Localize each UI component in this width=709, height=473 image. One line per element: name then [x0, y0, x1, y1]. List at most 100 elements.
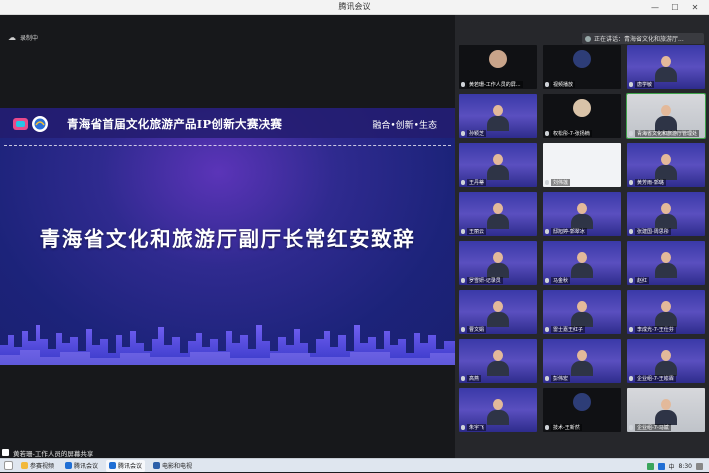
participant-name: 马金秋	[551, 277, 571, 284]
mic-icon	[545, 425, 549, 430]
participant-tile[interactable]: 黄芳雨-郭璐	[627, 143, 705, 187]
mic-icon	[545, 131, 549, 136]
participant-video	[569, 252, 595, 278]
participant-tile[interactable]: 刘伟莲	[543, 143, 621, 187]
participant-tile[interactable]: 张建国-周思彤	[627, 192, 705, 236]
participant-tile[interactable]: 王丽云	[459, 192, 537, 236]
mic-icon	[545, 82, 549, 87]
participant-name: 视频播放	[551, 81, 576, 88]
participant-video	[485, 301, 511, 327]
city-skyline-graphic	[0, 325, 455, 365]
participant-video	[653, 350, 679, 376]
participant-tile[interactable]: 罗雪妍-记录员	[459, 241, 537, 285]
participant-tile[interactable]: 唐学敏	[627, 45, 705, 89]
participant-tile[interactable]: 权松彤-7-张扬楠	[543, 94, 621, 138]
close-button[interactable]: ✕	[685, 0, 705, 15]
wechat-tray-icon[interactable]	[646, 462, 654, 470]
participant-name: 王丽云	[467, 228, 487, 235]
mic-icon	[629, 376, 633, 381]
participant-name: 罗雪妍-记录员	[467, 277, 503, 284]
participant-video	[653, 252, 679, 278]
participant-video	[485, 203, 511, 229]
participant-tile[interactable]: 青海省文化和旅游厅管理处	[626, 93, 706, 139]
maximize-button[interactable]: ☐	[665, 0, 685, 15]
participant-tile[interactable]: 曹文娟	[459, 290, 537, 334]
taskbar-app[interactable]: 腾讯会议	[62, 460, 101, 472]
slide-tagline: 融合•创新•生态	[372, 121, 437, 131]
mic-icon	[461, 278, 465, 283]
participant-name: 彭伟宏	[551, 375, 571, 382]
recording-label: 录制中	[20, 35, 39, 42]
participant-tile[interactable]: 孙颖芝	[459, 94, 537, 138]
participant-video	[485, 105, 511, 131]
window-titlebar: 腾讯会议 — ☐ ✕	[0, 0, 709, 15]
participant-tile[interactable]: 雷士嘉王红子	[543, 290, 621, 334]
participant-tile[interactable]: 朱宇飞	[459, 388, 537, 432]
participant-video	[653, 301, 679, 327]
input-language-indicator[interactable]: 中	[669, 462, 675, 471]
minimize-button[interactable]: —	[645, 0, 665, 15]
meeting-tray-icon[interactable]	[657, 462, 665, 470]
participant-tile[interactable]: 彭伟宏	[543, 339, 621, 383]
participant-tile[interactable]: 技术-王新然	[543, 388, 621, 432]
window-title: 腾讯会议	[338, 2, 371, 11]
mic-icon	[629, 229, 633, 234]
participant-video	[485, 399, 511, 425]
participant-name: 李成光-7-王仕芬	[635, 326, 676, 333]
cloud-record-icon: ☁	[8, 33, 16, 42]
participant-tile[interactable]: 王丹蒂	[459, 143, 537, 187]
mic-icon	[545, 278, 549, 283]
app-icon	[65, 462, 73, 469]
mic-icon	[461, 425, 465, 430]
slide-divider	[4, 145, 451, 146]
taskbar-app-label: 腾讯会议	[118, 463, 143, 470]
participant-name: 黄若珊-工作人员的屏...	[467, 81, 523, 88]
participant-tile[interactable]: 黄若珊-工作人员的屏...	[459, 45, 537, 89]
start-menu-icon[interactable]	[4, 461, 13, 470]
participant-name: 权松彤-7-张扬楠	[551, 130, 592, 137]
participant-tile[interactable]: 视频播放	[543, 45, 621, 89]
taskbar-app[interactable]: 参赛视频	[18, 460, 57, 472]
participant-video	[569, 301, 595, 327]
notification-icon[interactable]	[696, 462, 703, 470]
participant-video	[569, 350, 595, 376]
mic-icon	[629, 82, 633, 87]
participant-tile[interactable]: 赵红	[627, 241, 705, 285]
participant-video	[485, 252, 511, 278]
mic-icon	[629, 180, 633, 185]
mic-icon	[461, 229, 465, 234]
participant-tile[interactable]: 高燕	[459, 339, 537, 383]
recording-indicator[interactable]: ☁ 录制中	[8, 33, 38, 42]
participant-tile[interactable]: 企业组-7-马斌	[627, 388, 705, 432]
participant-tile[interactable]: 企业组-7-王崧霖	[627, 339, 705, 383]
taskbar-app[interactable]: 电影和电视	[150, 460, 195, 472]
participant-video	[653, 56, 679, 82]
app-icon	[153, 462, 161, 469]
app-icon	[21, 462, 28, 469]
participant-tile[interactable]: 邸旭婷-郭翠冰	[543, 192, 621, 236]
windows-taskbar: 参赛视频 腾讯会议 腾讯会议 电影和电视 中 8:30	[0, 458, 709, 472]
screen-share-icon	[2, 449, 9, 456]
mic-icon	[629, 278, 633, 283]
avatar	[573, 393, 591, 411]
participant-name: 王丹蒂	[467, 179, 487, 186]
participant-name: 刘伟莲	[551, 179, 571, 186]
participant-name: 赵红	[635, 277, 650, 284]
mic-icon	[629, 131, 633, 136]
mic-icon	[461, 180, 465, 185]
participant-tile[interactable]: 马金秋	[543, 241, 621, 285]
speaking-label: 正在讲话：青海省文化和旅游厅...	[594, 36, 684, 43]
participant-name: 雷士嘉王红子	[551, 326, 586, 333]
clock[interactable]: 8:30	[679, 463, 692, 470]
participant-video	[485, 154, 511, 180]
system-tray: 中 8:30	[646, 459, 703, 473]
avatar	[489, 50, 507, 68]
participant-video	[653, 203, 679, 229]
screen-share-bar[interactable]: 黄若珊-工作人员的屏幕共享	[0, 447, 455, 458]
participant-tile[interactable]: 李成光-7-王仕芬	[627, 290, 705, 334]
participant-name: 企业组-7-马斌	[635, 424, 671, 431]
taskbar-app-label: 电影和电视	[162, 463, 193, 470]
participant-name: 黄芳雨-郭璐	[635, 179, 666, 186]
participant-video	[485, 350, 511, 376]
taskbar-app[interactable]: 腾讯会议	[106, 459, 146, 472]
